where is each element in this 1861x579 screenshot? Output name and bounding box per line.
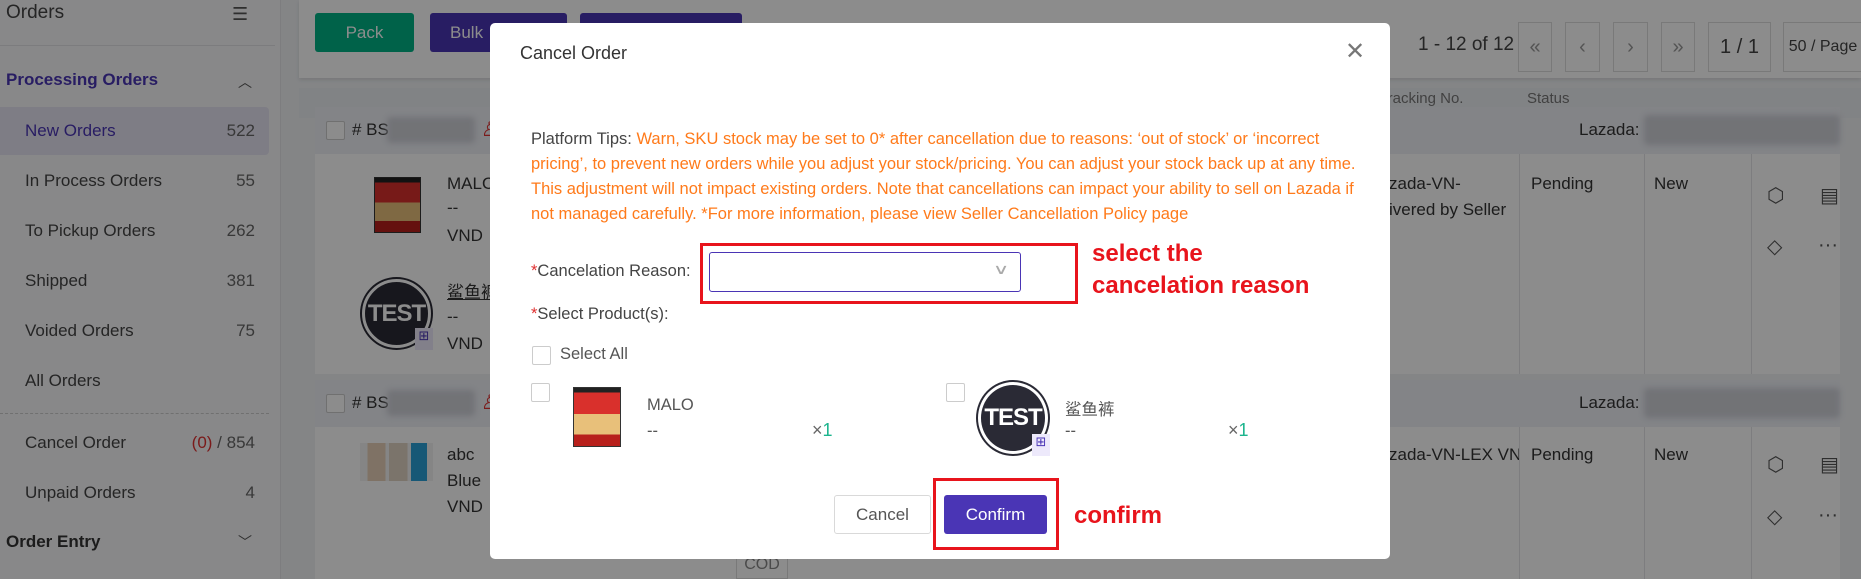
product-checkbox[interactable] [531, 383, 550, 402]
annotation-box-reason [700, 243, 1078, 304]
product-quantity: ×1 [812, 420, 833, 441]
annotation-box-confirm [933, 478, 1059, 550]
annotation-line: cancelation reason [1092, 272, 1310, 299]
label: Select Product(s): [537, 305, 669, 323]
qty-value: 1 [1238, 420, 1249, 440]
qty-value: 1 [822, 420, 833, 440]
reason-label: *Cancelation Reason: [531, 262, 691, 280]
tips-text: Warn, SKU stock may be set to 0* after c… [531, 130, 1356, 223]
tips-label: Platform Tips: [531, 130, 637, 148]
products-label: *Select Product(s): [531, 305, 669, 323]
select-all-label[interactable]: Select All [560, 345, 628, 364]
annotation-confirm: confirm [1074, 502, 1163, 529]
qty-prefix: × [1228, 420, 1239, 440]
product-checkbox[interactable] [946, 383, 965, 402]
product-name: 鲨鱼裤 [1065, 401, 1115, 419]
product-variant: -- [647, 422, 658, 440]
cancel-order-dialog: Cancel Order ✕ Platform Tips: Warn, SKU … [490, 23, 1390, 559]
product-quantity: ×1 [1228, 420, 1249, 441]
product-name: MALO [647, 396, 694, 414]
qty-prefix: × [812, 420, 823, 440]
product-image: TEST ⊞ [976, 380, 1050, 456]
annotation-line: select the [1092, 240, 1203, 267]
label: Cancelation Reason: [537, 262, 691, 280]
platform-tips: Platform Tips: Warn, SKU stock may be se… [531, 127, 1361, 227]
close-icon[interactable]: ✕ [1345, 37, 1365, 66]
select-all-checkbox[interactable] [532, 346, 551, 365]
cancel-button[interactable]: Cancel [834, 495, 931, 534]
product-variant: -- [1065, 422, 1076, 440]
dialog-title: Cancel Order [520, 43, 628, 63]
annotation-reason: select the cancelation reason [1092, 238, 1309, 302]
product-image [573, 387, 621, 447]
